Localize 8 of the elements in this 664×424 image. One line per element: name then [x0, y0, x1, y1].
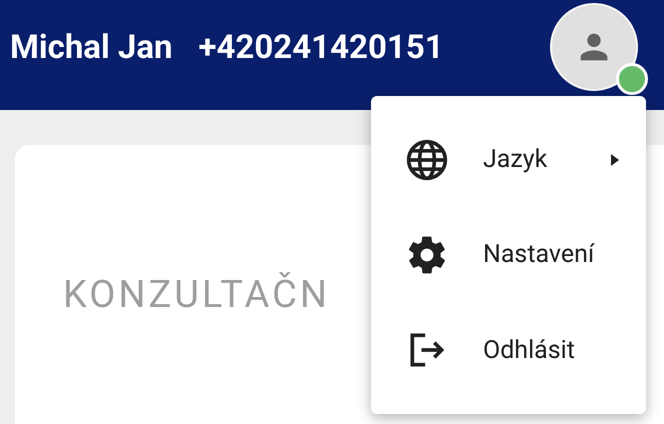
user-name: Michal Jan [10, 28, 172, 66]
card-title: KONZULTAČN [63, 273, 330, 317]
menu-item[interactable]: Odhlásit [371, 302, 646, 398]
caret-icon [610, 152, 620, 167]
globe-icon [405, 138, 449, 182]
menu-item[interactable]: Jazyk [371, 112, 646, 208]
menu-item[interactable]: Nastavení [371, 207, 646, 303]
phone-number: +420241420151 [198, 28, 444, 66]
